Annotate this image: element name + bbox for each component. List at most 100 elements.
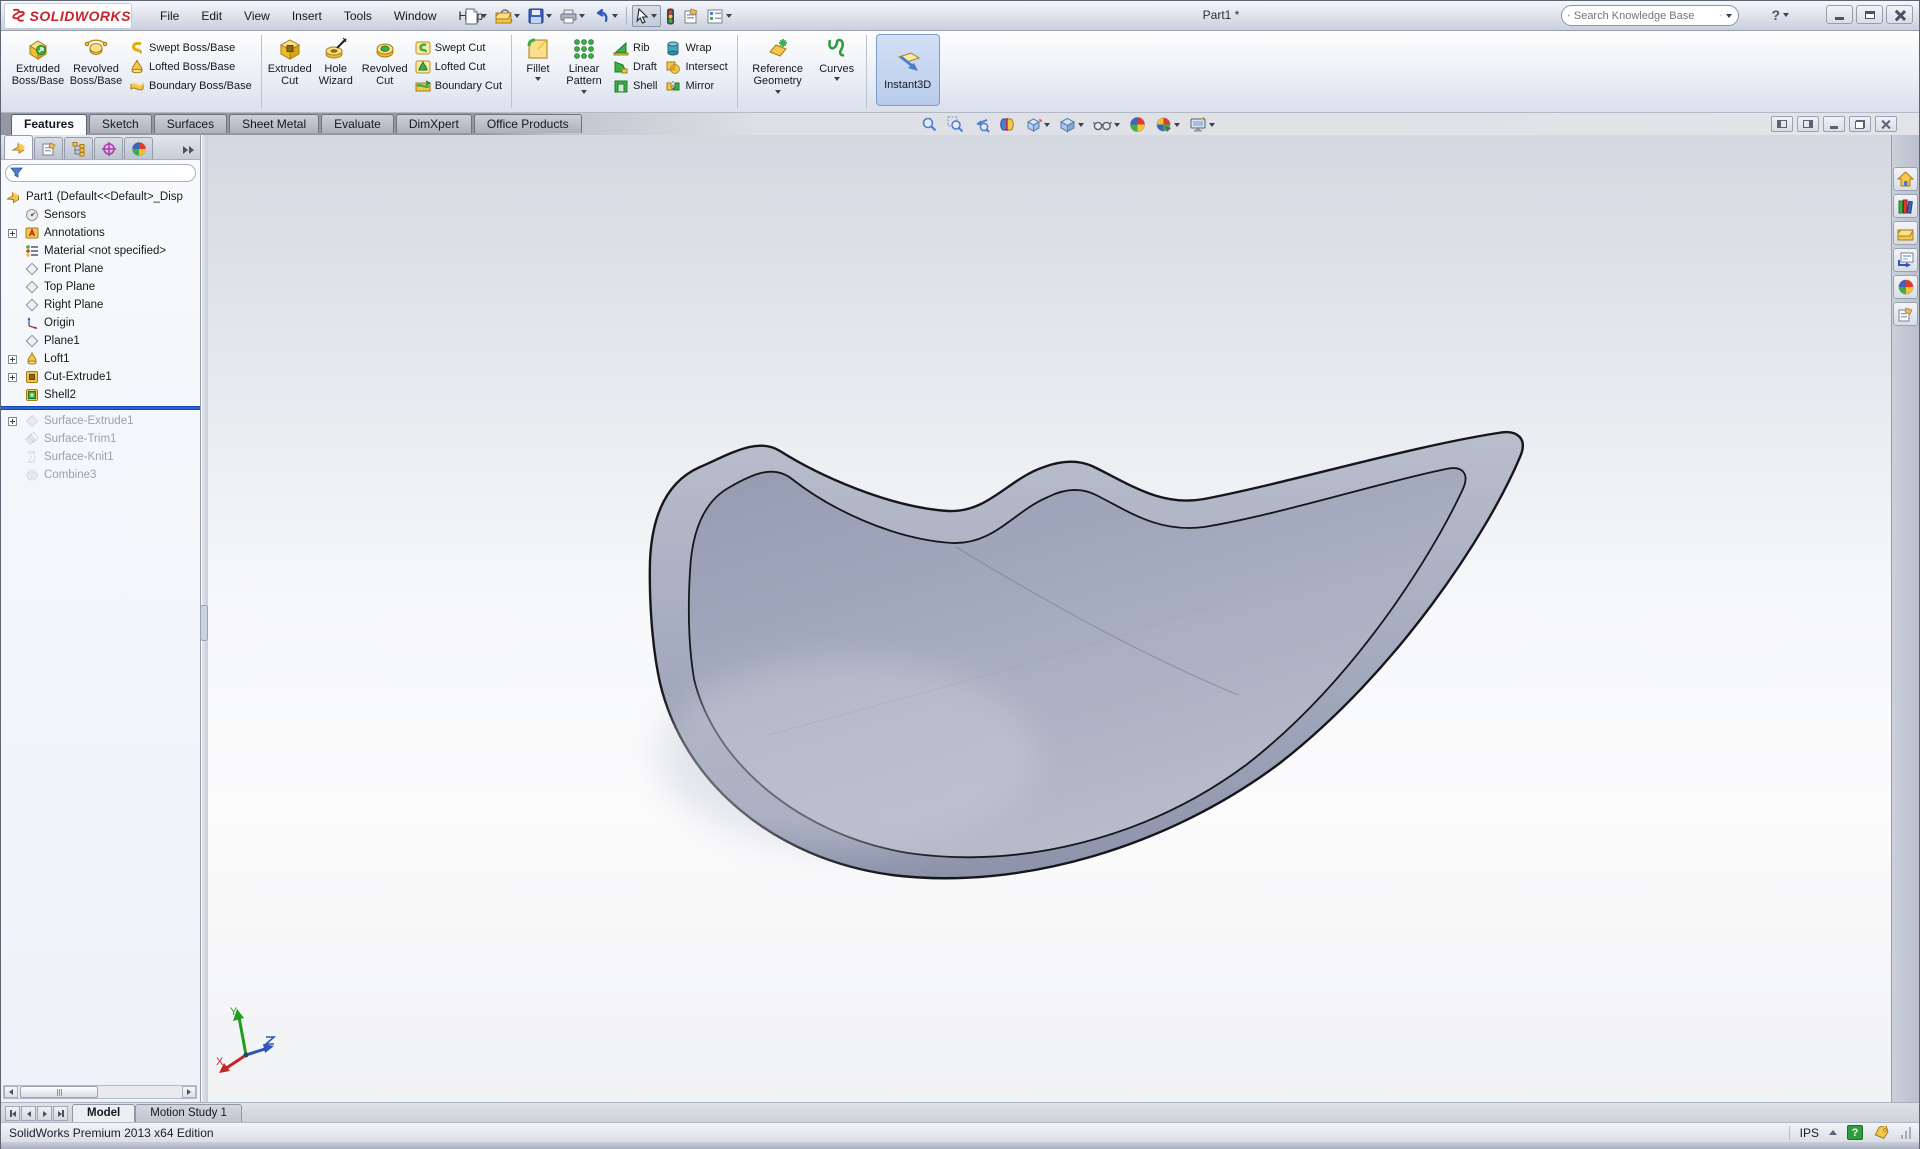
extruded-cut-button[interactable]: Extruded Cut	[267, 34, 313, 88]
file-explorer-button[interactable]	[1893, 221, 1918, 245]
scrollbar-thumb[interactable]	[20, 1086, 98, 1098]
shell-button[interactable]: Shell	[609, 76, 661, 95]
search-dropdown[interactable]	[1726, 14, 1732, 18]
tree-item-origin[interactable]: Origin	[1, 314, 200, 332]
save-dropdown[interactable]	[546, 14, 552, 18]
design-library-button[interactable]	[1893, 194, 1918, 218]
scroll-right-button[interactable]	[182, 1086, 196, 1098]
tree-item-cut-extrude1[interactable]: Cut-Extrude1	[1, 368, 200, 386]
nav-last-button[interactable]	[53, 1106, 68, 1121]
search-input[interactable]	[1574, 10, 1716, 22]
tree-item-combine3[interactable]: Combine3	[1, 466, 200, 484]
menu-file[interactable]: File	[149, 5, 190, 27]
print-dropdown[interactable]	[579, 14, 585, 18]
menu-insert[interactable]: Insert	[281, 5, 333, 27]
propertymanager-tab[interactable]	[34, 137, 63, 159]
edit-appearance-button[interactable]	[1127, 115, 1148, 134]
linear-pattern-button[interactable]: Linear Pattern	[559, 34, 609, 94]
extruded-boss-button[interactable]: Extruded Boss/Base	[9, 34, 67, 88]
select-dropdown[interactable]	[651, 14, 657, 18]
tree-item-surface-trim1[interactable]: Surface-Trim1	[1, 430, 200, 448]
doc-restore-button[interactable]	[1849, 116, 1871, 132]
tree-item-plane1[interactable]: Plane1	[1, 332, 200, 350]
knowledge-search[interactable]	[1561, 5, 1739, 26]
help-dropdown[interactable]	[1783, 13, 1789, 17]
reference-geometry-button[interactable]: Reference Geometry	[743, 34, 813, 94]
tab-sheet-metal[interactable]: Sheet Metal	[229, 114, 319, 133]
tab-features[interactable]: Features	[11, 114, 87, 135]
tab-evaluate[interactable]: Evaluate	[321, 114, 394, 133]
tab-office-products[interactable]: Office Products	[474, 114, 582, 133]
zoom-to-fit-button[interactable]	[919, 115, 940, 134]
revolved-cut-button[interactable]: Revolved Cut	[359, 34, 411, 88]
custom-properties-button[interactable]	[1893, 302, 1918, 326]
tree-item-right-plane[interactable]: Right Plane	[1, 296, 200, 314]
solidworks-resources-button[interactable]	[1893, 167, 1918, 191]
graphics-viewport[interactable]: Y X	[208, 135, 1891, 1102]
tab-sketch[interactable]: Sketch	[89, 114, 152, 133]
fillet-button[interactable]: Fillet	[517, 34, 559, 81]
tree-filter-input[interactable]	[5, 164, 196, 182]
doc-close-button[interactable]	[1875, 116, 1897, 132]
curves-dropdown[interactable]	[834, 77, 840, 81]
resize-grip[interactable]	[1901, 1127, 1911, 1139]
draft-button[interactable]: Draft	[609, 57, 661, 76]
linear-pattern-dropdown[interactable]	[581, 90, 587, 94]
select-button[interactable]	[632, 5, 661, 27]
menu-tools[interactable]: Tools	[333, 5, 383, 27]
display-style-button[interactable]	[1057, 115, 1086, 134]
instant3d-button[interactable]: Instant3D	[876, 34, 940, 106]
motion-study-tab[interactable]: Motion Study 1	[135, 1104, 242, 1122]
minimize-button[interactable]	[1826, 5, 1853, 24]
dimxpertmanager-tab[interactable]	[94, 137, 123, 159]
options-dropdown[interactable]	[726, 14, 732, 18]
undo-button[interactable]	[590, 6, 621, 26]
tree-item-annotations[interactable]: Annotations	[1, 224, 200, 242]
tree-item-top-plane[interactable]: Top Plane	[1, 278, 200, 296]
tree-root[interactable]: Part1 (Default<<Default>_Disp	[1, 188, 200, 206]
unit-system-dropdown[interactable]	[1829, 1130, 1837, 1135]
rollback-bar[interactable]	[1, 406, 200, 410]
tab-surfaces[interactable]: Surfaces	[154, 114, 227, 133]
section-view-button[interactable]	[997, 115, 1018, 134]
tree-item-surface-knit1[interactable]: Surface-Knit1	[1, 448, 200, 466]
open-dropdown[interactable]	[514, 14, 520, 18]
apply-scene-dropdown[interactable]	[1174, 123, 1180, 127]
nav-prev-button[interactable]	[21, 1106, 36, 1121]
swept-cut-button[interactable]: Swept Cut	[411, 38, 506, 57]
expand-toggle[interactable]	[8, 355, 17, 364]
featuremanager-tab[interactable]	[4, 135, 33, 159]
tree-item-shell2[interactable]: Shell2	[1, 386, 200, 404]
swept-boss-button[interactable]: Swept Boss/Base	[125, 38, 256, 57]
boundary-boss-button[interactable]: Boundary Boss/Base	[125, 76, 256, 95]
undo-dropdown[interactable]	[612, 14, 618, 18]
expand-toggle[interactable]	[8, 229, 17, 238]
hole-wizard-button[interactable]: Hole Wizard	[313, 34, 359, 88]
tree-item-surface-extrude1[interactable]: Surface-Extrude1	[1, 412, 200, 430]
mirror-button[interactable]: Mirror	[661, 76, 731, 95]
expand-toggle[interactable]	[8, 373, 17, 382]
menu-edit[interactable]: Edit	[190, 5, 233, 27]
file-properties-button[interactable]	[680, 6, 702, 26]
rebuild-button[interactable]	[663, 6, 678, 27]
zoom-to-area-button[interactable]	[945, 115, 966, 134]
boundary-cut-button[interactable]: Boundary Cut	[411, 76, 506, 95]
options-button[interactable]	[704, 7, 735, 26]
lofted-cut-button[interactable]: Lofted Cut	[411, 57, 506, 76]
tree-item-sensors[interactable]: Sensors	[1, 206, 200, 224]
open-button[interactable]	[492, 7, 523, 26]
model-canvas[interactable]	[208, 135, 1891, 1102]
nav-next-button[interactable]	[37, 1106, 52, 1121]
panel-collapse-grip[interactable]	[200, 605, 208, 641]
view-palette-button[interactable]	[1893, 248, 1918, 272]
pane-left-button[interactable]	[1771, 116, 1793, 132]
tree-item-material[interactable]: Material <not specified>	[1, 242, 200, 260]
close-button[interactable]	[1886, 5, 1913, 24]
view-settings-dropdown[interactable]	[1209, 123, 1215, 127]
doc-minimize-button[interactable]	[1823, 116, 1845, 132]
rib-button[interactable]: Rib	[609, 38, 661, 57]
new-document-button[interactable]	[461, 6, 490, 27]
tab-dimxpert[interactable]: DimXpert	[396, 114, 472, 133]
display-style-dropdown[interactable]	[1078, 123, 1084, 127]
view-orientation-button[interactable]	[1023, 115, 1052, 134]
